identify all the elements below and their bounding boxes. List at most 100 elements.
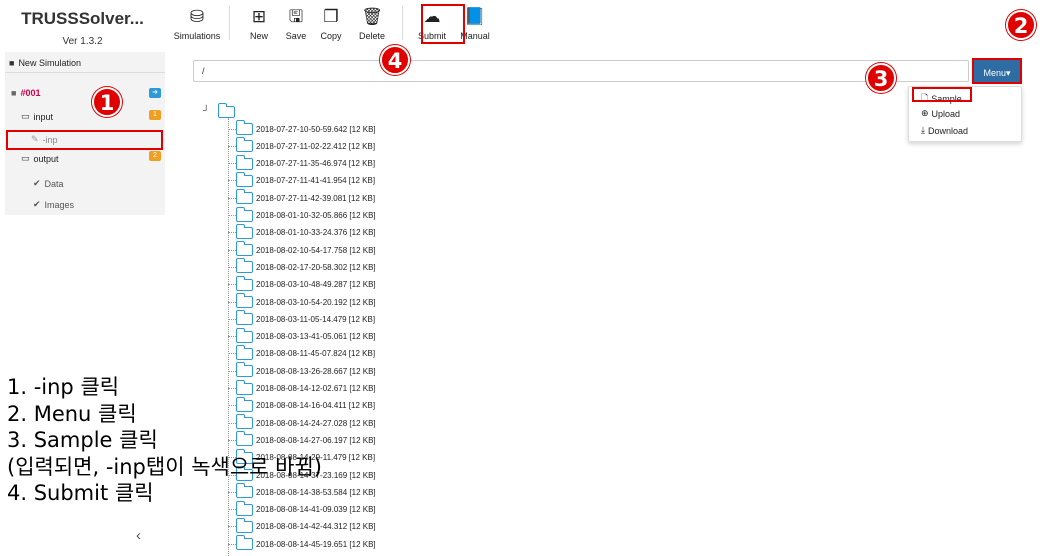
- download-icon: ⤓: [921, 125, 925, 135]
- tree-branch: [228, 543, 236, 545]
- save-button[interactable]: 🖫 Save: [282, 0, 310, 46]
- tree-row[interactable]: 2018-08-03-13-41-05.061 [12 KB]: [228, 327, 376, 345]
- tree-row[interactable]: 2018-08-03-10-48-49.287 [12 KB]: [228, 275, 376, 293]
- cubes-icon: ⛁: [189, 7, 205, 26]
- brand: TRUSSSolver... Ver 1.3.2: [0, 0, 165, 50]
- instructions: 1. -inp 클릭 2. Menu 클릭 3. Sample 클릭 (입력되면…: [7, 374, 322, 507]
- new-simulation-button[interactable]: ■ New Simulation: [9, 58, 169, 68]
- tree-row[interactable]: 2018-08-02-17-20-58.302 [12 KB]: [228, 258, 376, 275]
- file-name: 2018-08-02-10-54-17.758 [12 KB]: [256, 245, 376, 255]
- root-folder-icon[interactable]: [218, 103, 235, 118]
- tree-branch: [228, 249, 236, 251]
- file-name: 2018-08-01-10-32-05.866 [12 KB]: [256, 211, 376, 220]
- tree-branch: [228, 197, 236, 199]
- tree-row[interactable]: 2018-07-27-11-02-22.412 [12 KB]: [228, 137, 375, 154]
- folder-icon: [236, 189, 253, 205]
- folder-icon: [236, 293, 253, 308]
- divider: [5, 72, 165, 73]
- download-menu-item[interactable]: ⤓ Download: [921, 125, 968, 136]
- file-name: 2018-07-27-11-41-41.954 [12 KB]: [256, 176, 376, 186]
- folder-icon: [236, 137, 253, 153]
- app-window: TRUSSSolver... Ver 1.3.2 ⛁ Simulations ⊞…: [0, 0, 1052, 556]
- tree-branch: [228, 163, 236, 165]
- upload-icon: ⊕: [921, 108, 929, 118]
- plus-square-icon: ⊞: [251, 7, 267, 26]
- output-count-badge: 2: [149, 151, 161, 161]
- collapse-sidebar-icon[interactable]: ‹: [136, 527, 141, 544]
- folder-icon: ■: [9, 58, 15, 68]
- file-name: 2018-08-08-14-42-44.312 [12 KB]: [256, 522, 376, 532]
- folder-icon: [236, 517, 253, 533]
- open-simulation-icon[interactable]: ➜: [149, 88, 161, 98]
- tree-branch: [228, 145, 236, 147]
- file-name: 2018-08-01-10-33-24.376 [12 KB]: [256, 228, 376, 238]
- menu-button[interactable]: Menu▾: [972, 58, 1022, 84]
- annotation-box-sample: [912, 87, 972, 102]
- tree-row[interactable]: 2018-08-03-10-54-20.192 [12 KB]: [228, 293, 376, 310]
- instruction-line: 3. Sample 클릭: [7, 428, 158, 452]
- folder-icon: [236, 535, 253, 551]
- tree-branch: [228, 318, 236, 320]
- folder-icon: [236, 206, 253, 222]
- annotation-circle-1: 1: [92, 87, 122, 117]
- instruction-line: 1. -inp 클릭: [7, 375, 120, 399]
- file-name: 2018-07-27-11-42-39.081 [12 KB]: [256, 193, 376, 203]
- copy-icon: ❐: [323, 7, 339, 26]
- tree-row[interactable]: 2018-07-27-11-35-46.974 [12 KB]: [228, 154, 375, 172]
- floppy-icon: 🖫: [288, 7, 304, 26]
- tree-row[interactable]: 2018-08-03-11-05-14.479 [12 KB]: [228, 310, 375, 327]
- file-name: 2018-08-03-13-41-05.061 [12 KB]: [256, 332, 376, 342]
- tree-row[interactable]: 2018-07-27-10-50-59.642 [12 KB]: [228, 120, 376, 137]
- annotation-box-submit: [421, 4, 465, 44]
- file-name: 2018-07-27-10-50-59.642 [12 KB]: [256, 124, 376, 134]
- simulations-button[interactable]: ⛁ Simulations: [165, 0, 229, 46]
- annotation-circle-3: 3: [866, 63, 896, 93]
- tree-branch: [228, 526, 236, 528]
- folder-icon: [236, 171, 253, 187]
- tree-row[interactable]: 2018-08-01-10-33-24.376 [12 KB]: [228, 223, 376, 241]
- input-count-badge: 1: [149, 110, 161, 120]
- annotation-circle-2: 2: [1006, 10, 1036, 40]
- folder-icon: [236, 310, 253, 326]
- tree-branch: [228, 301, 236, 303]
- check-icon: ✔: [33, 178, 41, 188]
- toolbar-divider: [229, 6, 230, 40]
- upload-menu-item[interactable]: ⊕ Upload: [921, 108, 960, 119]
- new-button[interactable]: ⊞ New: [236, 0, 282, 46]
- tree-branch: [228, 336, 236, 338]
- toolbar-divider: [402, 6, 403, 40]
- book-icon: 📘: [464, 7, 486, 26]
- tree-row[interactable]: 2018-08-08-14-42-44.312 [12 KB]: [228, 517, 376, 535]
- tree-row[interactable]: 2018-08-08-14-45-19.651 [12 KB]: [228, 535, 376, 552]
- images-item[interactable]: ✔ Images: [33, 199, 193, 210]
- tree-toggle-icon[interactable]: ┘: [203, 105, 209, 115]
- tree-row[interactable]: 2018-08-08-11-45-07.824 [12 KB]: [228, 344, 376, 362]
- file-name: 2018-08-08-11-45-07.824 [12 KB]: [256, 349, 376, 359]
- folder-icon: [236, 258, 253, 274]
- file-name: 2018-08-02-17-20-58.302 [12 KB]: [256, 262, 376, 272]
- folder-icon: [236, 154, 253, 170]
- tree-branch: [228, 353, 236, 355]
- tree-row[interactable]: 2018-07-27-11-42-39.081 [12 KB]: [228, 189, 376, 206]
- file-name: 2018-08-08-14-45-19.651 [12 KB]: [256, 539, 376, 549]
- folder-icon: [236, 275, 253, 291]
- delete-button[interactable]: 🗑 Delete: [352, 0, 392, 46]
- simulation-item[interactable]: ■ #001: [11, 88, 171, 98]
- folder-icon: [236, 327, 253, 343]
- file-name: 2018-08-03-10-48-49.287 [12 KB]: [256, 280, 376, 290]
- tree-row[interactable]: 2018-08-02-10-54-17.758 [12 KB]: [228, 241, 376, 258]
- instruction-line: 4. Submit 클릭: [7, 481, 154, 505]
- annotation-circle-4: 4: [380, 45, 410, 75]
- copy-button[interactable]: ❐ Copy: [310, 0, 352, 46]
- data-item[interactable]: ✔ Data: [33, 178, 193, 189]
- tree-branch: [228, 128, 236, 130]
- tree-branch: [228, 509, 236, 511]
- tree-branch: [228, 370, 236, 372]
- file-name: 2018-08-03-10-54-20.192 [12 KB]: [256, 297, 376, 307]
- tree-row[interactable]: 2018-07-27-11-41-41.954 [12 KB]: [228, 171, 376, 189]
- path-input[interactable]: /: [193, 60, 969, 82]
- tree-branch: [228, 215, 236, 216]
- tree-row[interactable]: 2018-08-01-10-32-05.866 [12 KB]: [228, 206, 376, 224]
- laptop-icon: ▭: [21, 111, 30, 121]
- file-icon: ■: [11, 88, 17, 98]
